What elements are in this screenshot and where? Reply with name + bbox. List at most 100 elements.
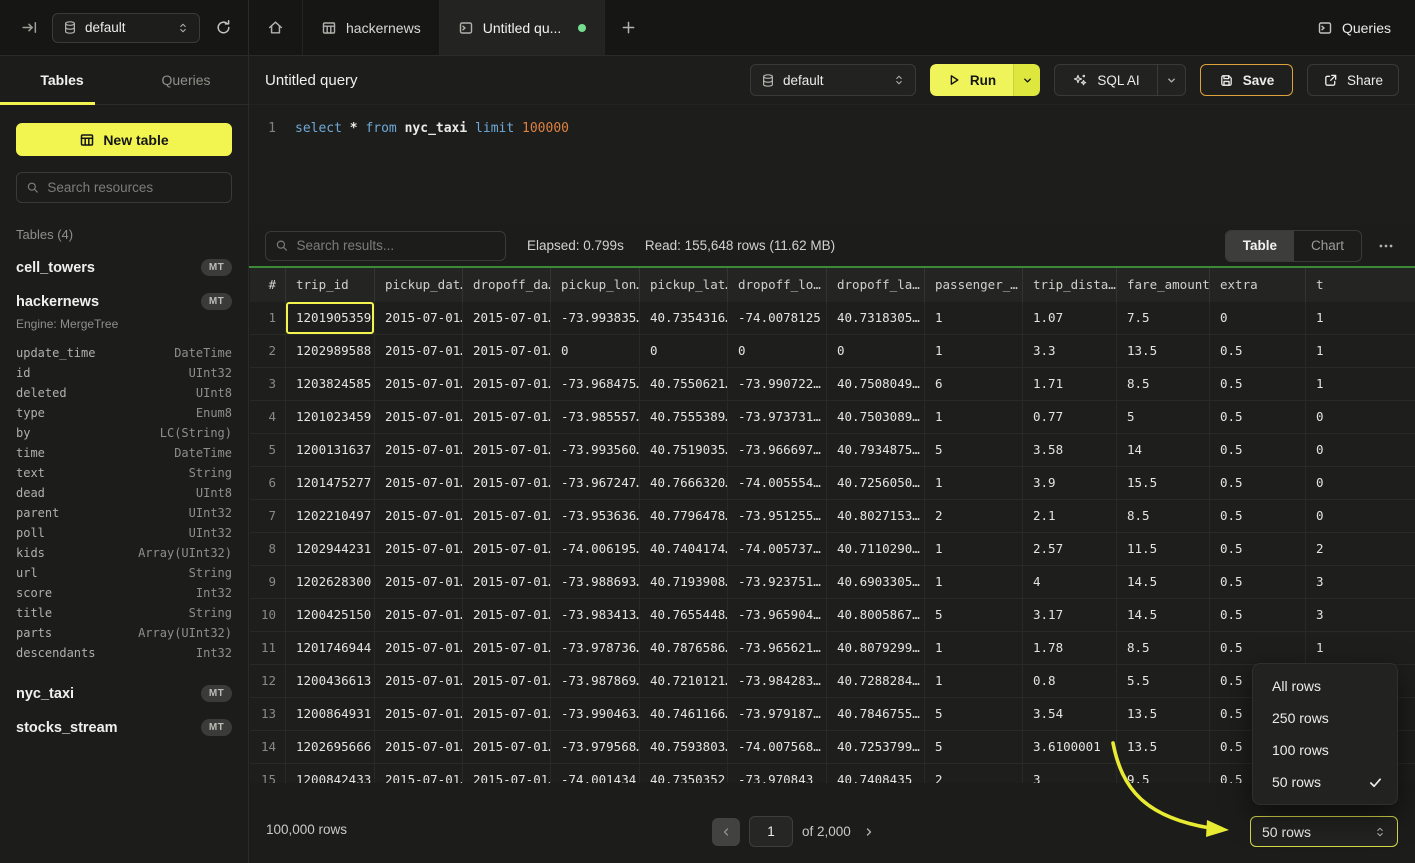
table-cell[interactable]: 1 — [1306, 632, 1415, 664]
table-cell[interactable]: 1202210497 — [286, 500, 375, 532]
table-cell[interactable]: 4 — [1023, 566, 1117, 598]
refresh-button[interactable] — [210, 15, 236, 41]
table-cell[interactable]: 1200425150 — [286, 599, 375, 631]
run-button[interactable]: Run — [930, 64, 1040, 96]
table-cell[interactable]: -74.005737… — [728, 533, 827, 565]
table-cell[interactable]: 40.7934875… — [827, 434, 925, 466]
column-header[interactable]: t — [1306, 268, 1415, 302]
results-search-box[interactable] — [265, 231, 506, 261]
column-header[interactable]: # — [250, 268, 286, 302]
column-header[interactable]: trip_id — [286, 268, 375, 302]
run-options-caret[interactable] — [1013, 64, 1040, 96]
table-cell[interactable]: 2015-07-01… — [463, 434, 551, 466]
table-cell[interactable]: 2015-07-01… — [463, 731, 551, 763]
save-button[interactable]: Save — [1200, 64, 1293, 96]
table-row[interactable]: 2 1202989588 2015-07-01… 2015-07-01… 0 0… — [250, 335, 1415, 368]
table-row[interactable]: 5 1200131637 2015-07-01… 2015-07-01… -73… — [250, 434, 1415, 467]
table-cell[interactable]: 0 — [728, 335, 827, 367]
table-cell[interactable]: 3 — [1023, 764, 1117, 783]
table-row[interactable]: 9 1202628300 2015-07-01… 2015-07-01… -73… — [250, 566, 1415, 599]
resource-search-box[interactable] — [16, 172, 232, 203]
resource-search-input[interactable] — [47, 180, 222, 195]
table-cell[interactable]: 1202989588 — [286, 335, 375, 367]
table-cell[interactable]: 1 — [925, 665, 1023, 697]
page-size-select[interactable]: 50 rows — [1250, 816, 1398, 847]
table-cell[interactable]: 1.78 — [1023, 632, 1117, 664]
sidebar-table-stocks-stream[interactable]: stocks_stream MT — [16, 702, 232, 736]
sql-ai-main[interactable]: SQL AI — [1055, 72, 1157, 88]
table-cell[interactable]: 2015-07-01… — [463, 401, 551, 433]
queries-button[interactable]: Queries — [1317, 0, 1415, 55]
table-cell[interactable]: 0 — [1306, 467, 1415, 499]
table-cell[interactable]: 40.7253799… — [827, 731, 925, 763]
page-size-option[interactable]: All rows — [1253, 670, 1397, 702]
table-cell[interactable]: 0 — [640, 335, 728, 367]
share-button[interactable]: Share — [1307, 64, 1399, 96]
column-header[interactable]: dropoff_lo… — [728, 268, 827, 302]
table-cell[interactable]: 40.7655448… — [640, 599, 728, 631]
table-cell[interactable]: 0 — [551, 335, 640, 367]
table-cell[interactable]: 1 — [925, 632, 1023, 664]
table-cell[interactable]: 2015-07-01… — [375, 731, 463, 763]
table-cell[interactable]: -73.965621… — [728, 632, 827, 664]
table-cell[interactable]: 13.5 — [1117, 698, 1210, 730]
table-cell[interactable]: 3.3 — [1023, 335, 1117, 367]
table-cell[interactable]: 3 — [1306, 566, 1415, 598]
table-cell[interactable]: 1202628300 — [286, 566, 375, 598]
page-size-option[interactable]: 50 rows — [1253, 766, 1397, 798]
table-cell[interactable]: -73.985557… — [551, 401, 640, 433]
table-row[interactable]: 15 1200842433 2015-07-01… 2015-07-01… -7… — [250, 764, 1415, 783]
table-cell[interactable]: -73.993560… — [551, 434, 640, 466]
table-cell[interactable]: -73.968475… — [551, 368, 640, 400]
column-header[interactable]: extra — [1210, 268, 1306, 302]
table-cell[interactable]: 2 — [925, 500, 1023, 532]
table-cell[interactable]: 40.7110290… — [827, 533, 925, 565]
table-cell[interactable]: -73.978736… — [551, 632, 640, 664]
table-cell[interactable]: 0.77 — [1023, 401, 1117, 433]
page-size-option[interactable]: 100 rows — [1253, 734, 1397, 766]
table-cell[interactable]: 1 — [925, 401, 1023, 433]
table-cell[interactable]: 5 — [925, 599, 1023, 631]
table-cell[interactable]: 14.5 — [1117, 566, 1210, 598]
table-cell[interactable]: 15.5 — [1117, 467, 1210, 499]
table-cell[interactable]: -73.979187… — [728, 698, 827, 730]
table-cell[interactable]: 2015-07-01… — [463, 632, 551, 664]
table-cell[interactable]: 2015-07-01… — [375, 632, 463, 664]
table-row[interactable]: 4 1201023459 2015-07-01… 2015-07-01… -73… — [250, 401, 1415, 434]
table-cell[interactable]: -74.0078125 — [728, 302, 827, 334]
table-cell[interactable]: 0.5 — [1210, 599, 1306, 631]
table-cell[interactable]: 0.5 — [1210, 632, 1306, 664]
column-header[interactable]: fare_amount — [1117, 268, 1210, 302]
table-cell[interactable]: 1 — [1306, 302, 1415, 334]
table-cell[interactable]: -74.005554… — [728, 467, 827, 499]
table-cell[interactable]: 2015-07-01… — [375, 401, 463, 433]
table-cell[interactable]: 40.7593803… — [640, 731, 728, 763]
sidebar-table-nyc-taxi[interactable]: nyc_taxi MT — [16, 663, 232, 702]
table-cell[interactable]: 1200436613 — [286, 665, 375, 697]
table-cell[interactable]: -73.979568… — [551, 731, 640, 763]
table-cell[interactable]: 7.5 — [1117, 302, 1210, 334]
table-cell[interactable]: 3.17 — [1023, 599, 1117, 631]
table-cell[interactable]: -73.967247… — [551, 467, 640, 499]
table-cell[interactable]: 40.7354316… — [640, 302, 728, 334]
table-row[interactable]: 10 1200425150 2015-07-01… 2015-07-01… -7… — [250, 599, 1415, 632]
previous-page-button[interactable] — [712, 818, 740, 846]
table-cell[interactable]: -73.983413… — [551, 599, 640, 631]
table-cell[interactable]: 0.5 — [1210, 368, 1306, 400]
table-cell[interactable]: -73.953636… — [551, 500, 640, 532]
sidebar-table-hackernews[interactable]: hackernews MT — [16, 276, 232, 310]
table-cell[interactable]: 40.7288284… — [827, 665, 925, 697]
table-cell[interactable]: 40.7210121… — [640, 665, 728, 697]
table-cell[interactable]: 2015-07-01… — [463, 665, 551, 697]
table-cell[interactable]: 1 — [1306, 335, 1415, 367]
table-cell[interactable]: 2 — [1306, 533, 1415, 565]
table-cell[interactable]: 0 — [1306, 434, 1415, 466]
tab-home[interactable] — [249, 0, 303, 55]
column-header[interactable]: pickup_lat… — [640, 268, 728, 302]
table-cell[interactable]: 40.8005867… — [827, 599, 925, 631]
table-cell[interactable]: 40.8079299… — [827, 632, 925, 664]
table-cell[interactable]: 40.8027153… — [827, 500, 925, 532]
table-cell[interactable]: 40.7503089… — [827, 401, 925, 433]
table-cell[interactable]: 40.7666320… — [640, 467, 728, 499]
table-cell[interactable]: 1203824585 — [286, 368, 375, 400]
